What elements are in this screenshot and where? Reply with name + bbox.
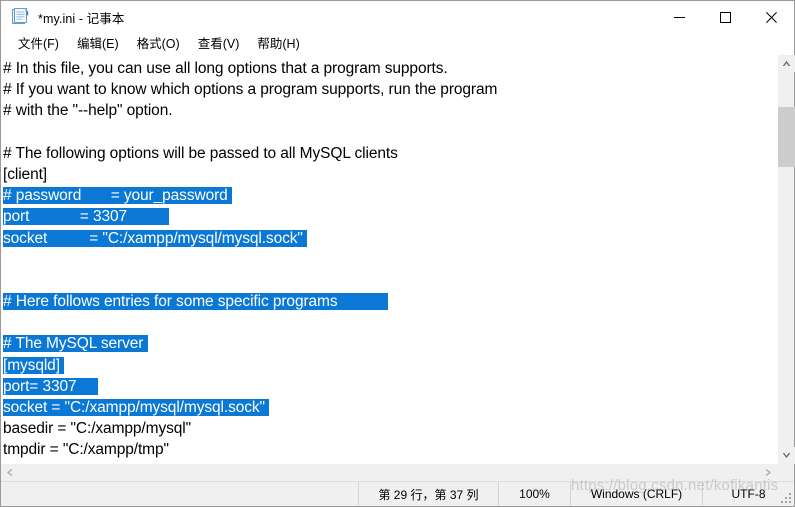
editor-line: basedir = "C:/xampp/mysql" (3, 418, 777, 439)
resize-grip[interactable] (779, 491, 791, 503)
editor-line: # The following options will be passed t… (3, 143, 777, 164)
close-button[interactable] (748, 1, 794, 33)
window-title: *my.ini - 记事本 (38, 11, 125, 26)
selected-text: # Here follows entries for some specific… (3, 293, 388, 311)
editor-area: # In this file, you can use all long opt… (1, 55, 795, 464)
editor-line: # The MySQL server (3, 333, 777, 354)
editor-line: # In this file, you can use all long opt… (3, 58, 777, 79)
text-run: # If you want to know which options a pr… (3, 81, 498, 99)
text-run: [client] (3, 165, 47, 183)
editor-line: tmpdir = "C:/xampp/tmp" (3, 439, 777, 460)
editor-line: [client] (3, 164, 777, 185)
menu-item-help[interactable]: 帮助(H) (248, 34, 308, 55)
minimize-button[interactable] (656, 1, 702, 33)
text-run: # In this file, you can use all long opt… (3, 60, 448, 77)
text-run: basedir = "C:/xampp/mysql" (3, 420, 192, 438)
scroll-up-icon[interactable] (778, 55, 795, 72)
selected-text: port = 3307 (3, 208, 170, 226)
editor-line: port= 3307 (3, 376, 777, 397)
editor-line: # password = your_password (3, 185, 777, 206)
vertical-scrollbar[interactable] (777, 55, 795, 464)
text-run: # The following options will be passed t… (3, 144, 398, 162)
scroll-right-icon[interactable] (760, 464, 777, 481)
selected-text: # The MySQL server (3, 335, 148, 353)
scroll-left-icon[interactable] (1, 464, 18, 481)
editor-line: # If you want to know which options a pr… (3, 79, 777, 100)
editor-line: [mysqld] (3, 355, 777, 376)
menu-item-view[interactable]: 查看(V) (189, 34, 249, 55)
selected-text: port= 3307 (3, 377, 98, 395)
vertical-scrollbar-thumb[interactable] (778, 107, 795, 167)
menu-item-edit[interactable]: 编辑(E) (68, 34, 128, 55)
text-editor[interactable]: # In this file, you can use all long opt… (1, 55, 777, 464)
window-controls (656, 1, 794, 33)
text-run: # with the "--help" option. (3, 102, 173, 120)
editor-line: # with the "--help" option. (3, 100, 777, 121)
status-bar: 第 29 行，第 37 列 100% Windows (CRLF) UTF-8 (1, 481, 794, 506)
editor-line: socket = "C:/xampp/mysql/mysql.sock" (3, 397, 777, 418)
selected-text: # password = your_password (3, 187, 232, 205)
text-run: tmpdir = "C:/xampp/tmp" (3, 441, 169, 459)
horizontal-scrollbar-row (1, 464, 794, 481)
status-zoom-level[interactable]: 100% (498, 482, 570, 506)
selected-text: socket = "C:/xampp/mysql/mysql.sock" (3, 229, 308, 247)
menu-item-file[interactable]: 文件(F) (9, 34, 68, 55)
editor-line: port = 3307 (3, 206, 777, 227)
scrollbar-corner (777, 464, 794, 481)
status-cursor-position: 第 29 行，第 37 列 (358, 482, 498, 506)
notepad-icon (10, 7, 30, 27)
selected-text: socket = "C:/xampp/mysql/mysql.sock" (3, 399, 270, 416)
menu-item-format[interactable]: 格式(O) (128, 34, 189, 55)
selected-text: [mysqld] (3, 356, 65, 374)
maximize-button[interactable] (702, 1, 748, 33)
menu-bar: 文件(F) 编辑(E) 格式(O) 查看(V) 帮助(H) (1, 33, 794, 55)
status-spacer (1, 482, 358, 506)
editor-line: socket = "C:/xampp/mysql/mysql.sock" (3, 228, 777, 249)
status-line-ending: Windows (CRLF) (570, 482, 702, 506)
scroll-down-icon[interactable] (778, 447, 795, 464)
editor-line: # Here follows entries for some specific… (3, 291, 777, 312)
notepad-window: *my.ini - 记事本 文件(F) 编辑(E) 格式(O) 查看(V) 帮助… (0, 0, 795, 507)
title-bar[interactable]: *my.ini - 记事本 (1, 1, 794, 33)
horizontal-scrollbar[interactable] (1, 464, 777, 481)
